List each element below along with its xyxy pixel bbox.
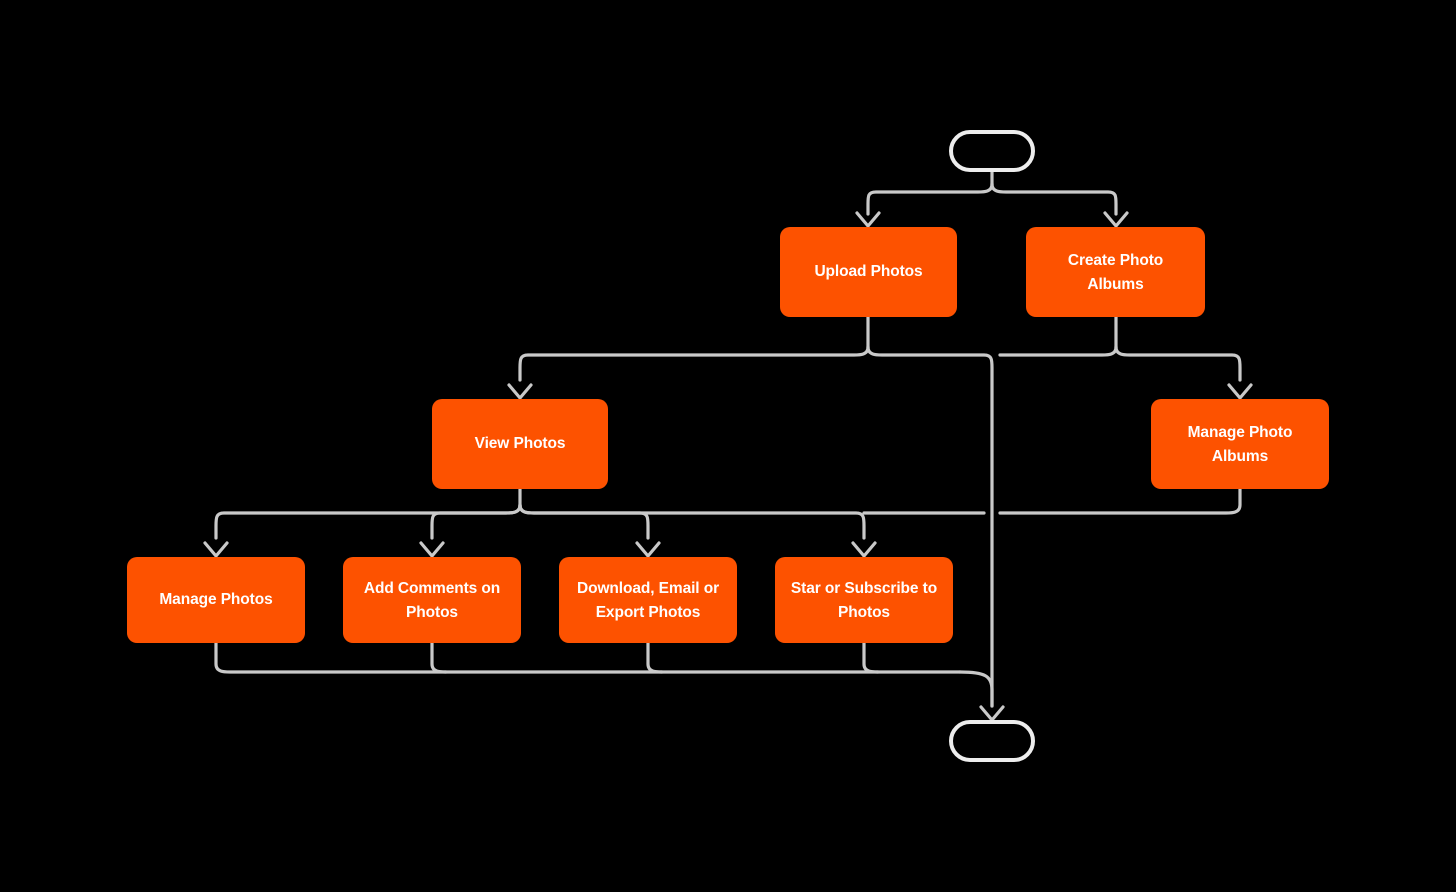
- arrowhead-manage-photos: [203, 541, 229, 558]
- node-create-photo-albums-line2: Albums: [1087, 276, 1143, 293]
- node-manage-photos[interactable]: Manage Photos: [127, 557, 305, 643]
- node-create-photo-albums[interactable]: Create Photo Albums: [1026, 227, 1205, 317]
- node-add-comments[interactable]: Add Comments on Photos: [343, 557, 521, 643]
- node-manage-photos-label: Manage Photos: [159, 591, 272, 608]
- edge-fork-left-arm: [866, 182, 994, 216]
- node-manage-photo-albums[interactable]: Manage Photo Albums: [1151, 399, 1329, 489]
- node-end[interactable]: [949, 720, 1035, 762]
- flowchart-svg: Upload Photos Create Photo Albums View P…: [127, 130, 1329, 762]
- node-upload-photos-label: Upload Photos: [814, 263, 922, 280]
- node-download-export-line1: Download, Email or: [577, 580, 719, 597]
- edge-createalbums-to-managealbums: [1114, 345, 1242, 382]
- arrowhead-view-photos: [507, 383, 533, 400]
- node-add-comments-line1: Add Comments on: [364, 580, 500, 597]
- edge-upload-to-viewphotos: [518, 345, 870, 382]
- node-create-photo-albums-line1: Create Photo: [1068, 252, 1163, 269]
- edge-upload-to-trunk: [866, 345, 994, 708]
- arrowhead-manage-photo-albums: [1227, 383, 1253, 400]
- arrowhead-download-export: [635, 541, 661, 558]
- node-manage-photo-albums-line1: Manage Photo: [1188, 424, 1293, 441]
- node-star-subscribe-box[interactable]: [775, 557, 953, 643]
- node-manage-photo-albums-line2: Albums: [1212, 448, 1268, 465]
- node-upload-photos[interactable]: Upload Photos: [780, 227, 957, 317]
- node-start[interactable]: [949, 130, 1035, 172]
- flowchart-canvas: Upload Photos Create Photo Albums View P…: [0, 0, 1456, 892]
- node-download-export-box[interactable]: [559, 557, 737, 643]
- node-download-export-line2: Export Photos: [596, 604, 701, 621]
- node-manage-photo-albums-box[interactable]: [1151, 399, 1329, 489]
- edge-returnbus-to-end: [958, 670, 994, 708]
- edge-viewphotos-to-addcomments: [430, 503, 522, 540]
- process-node-layer: Upload Photos Create Photo Albums View P…: [127, 227, 1329, 643]
- arrowhead-star-subscribe: [851, 541, 877, 558]
- node-add-comments-line2: Photos: [406, 604, 458, 621]
- arrowhead-end-node: [979, 705, 1005, 722]
- node-create-photo-albums-box[interactable]: [1026, 227, 1205, 317]
- edge-managephotos-return: [214, 640, 962, 674]
- node-star-subscribe[interactable]: Star or Subscribe to Photos: [775, 557, 953, 643]
- node-star-subscribe-line1: Star or Subscribe to: [791, 580, 937, 597]
- edge-managealbums-to-trunk: [998, 487, 1242, 515]
- edge-downloadexport-return: [646, 640, 664, 674]
- node-download-export[interactable]: Download, Email or Export Photos: [559, 557, 737, 643]
- edge-viewphotos-to-starsubscribe: [518, 503, 866, 540]
- node-add-comments-box[interactable]: [343, 557, 521, 643]
- node-star-subscribe-line2: Photos: [838, 604, 890, 621]
- arrowhead-add-comments: [419, 541, 445, 558]
- edge-addcomments-return: [430, 640, 448, 674]
- edge-viewphotos-to-downloadexport: [518, 503, 650, 540]
- node-view-photos-label: View Photos: [475, 435, 566, 452]
- edge-createalbums-to-trunk: [998, 345, 1118, 357]
- edge-starsubscribe-return: [862, 640, 880, 674]
- edge-fork-right-arm: [990, 182, 1118, 216]
- node-view-photos[interactable]: View Photos: [432, 399, 608, 489]
- edge-viewphotos-to-managephotos: [214, 503, 522, 540]
